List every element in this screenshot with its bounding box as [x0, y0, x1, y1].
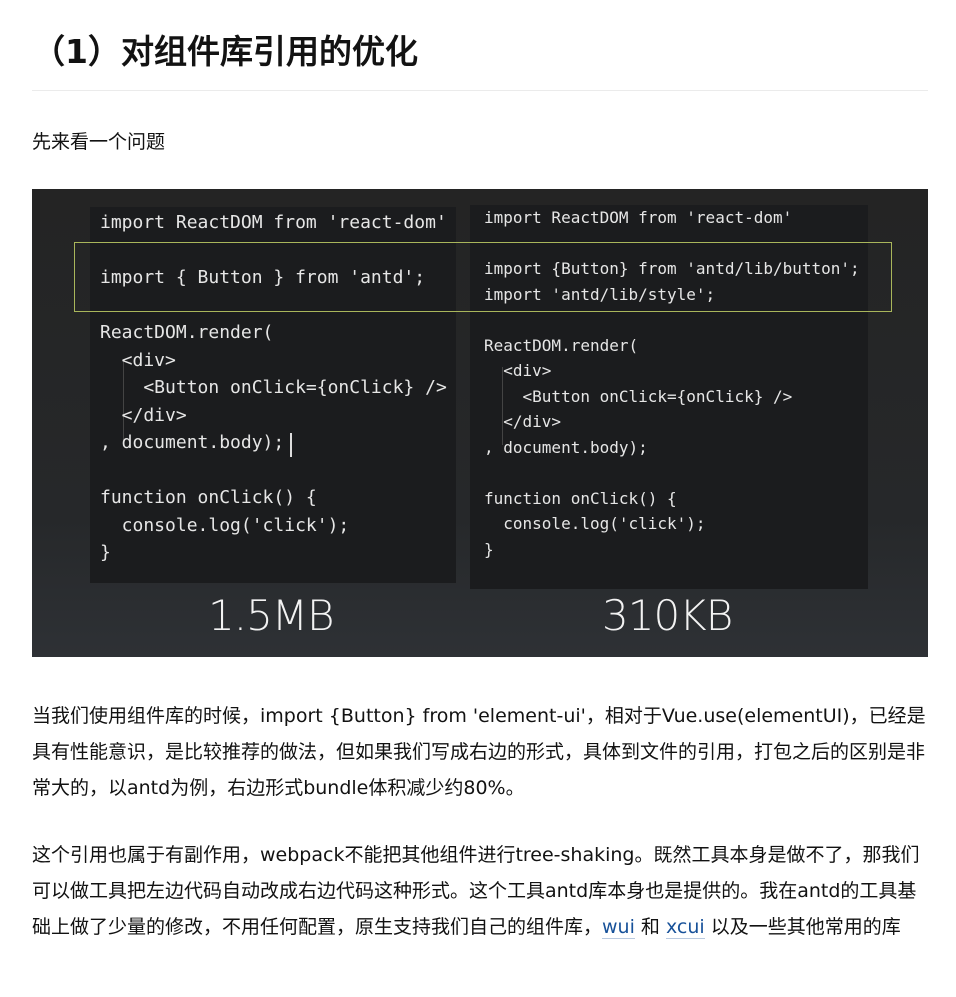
right-bundle-size: 310KB	[602, 591, 733, 640]
paragraph-text: 以及一些其他常用的库	[704, 916, 901, 938]
code-comparison-image: import ReactDOM from 'react-dom' import …	[32, 189, 928, 657]
intro-paragraph: 先来看一个问题	[32, 131, 166, 153]
wui-link[interactable]: wui	[602, 916, 635, 939]
import-highlight-box	[74, 242, 892, 312]
heading-divider	[32, 90, 928, 91]
text-cursor	[290, 433, 292, 457]
xcui-link[interactable]: xcui	[665, 916, 705, 939]
paragraph-bundle-size: 当我们使用组件库的时候，import {Button} from 'elemen…	[32, 705, 926, 799]
left-bundle-size: 1.5MB	[208, 591, 335, 640]
section-heading: （1）对组件库引用的优化	[32, 32, 418, 71]
paragraph-text: 和	[634, 916, 666, 938]
paragraph-tree-shaking: 这个引用也属于有副作用，webpack不能把其他组件进行tree-shaking…	[32, 837, 928, 945]
